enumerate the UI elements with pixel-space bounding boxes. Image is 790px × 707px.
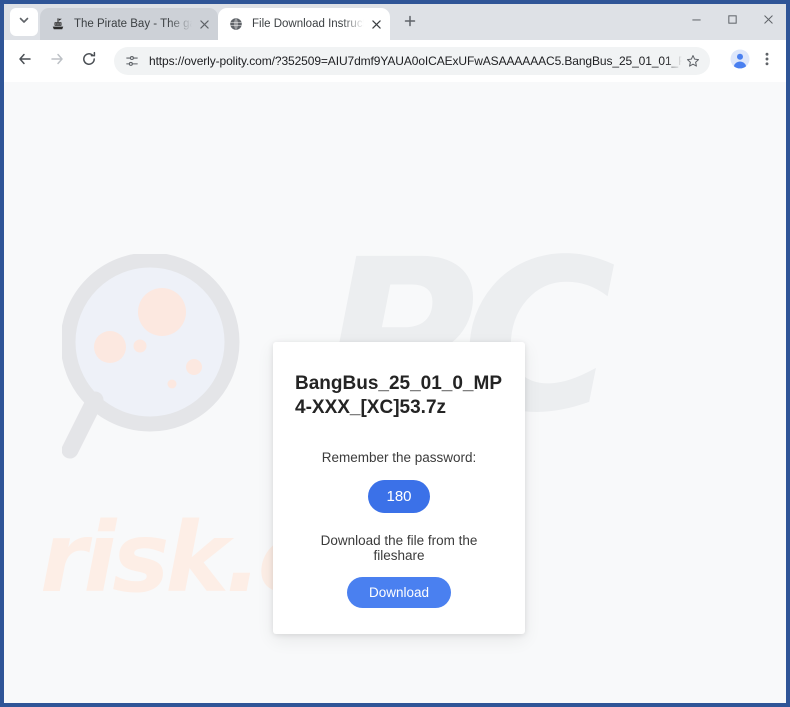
- arrow-left-icon: [17, 51, 33, 72]
- close-icon[interactable]: [196, 16, 212, 32]
- reload-button[interactable]: [74, 46, 104, 76]
- address-bar[interactable]: https://overly-polity.com/?352509=AIU7dm…: [114, 47, 710, 75]
- browser-toolbar: https://overly-polity.com/?352509=AIU7dm…: [4, 40, 786, 82]
- site-settings-icon[interactable]: [124, 53, 140, 69]
- file-title: BangBus_25_01_0_MP4-XXX_[XC]53.7z: [295, 373, 502, 418]
- minimize-button[interactable]: [678, 4, 714, 34]
- password-label: Remember the password:: [321, 449, 477, 465]
- new-tab-button[interactable]: [396, 9, 424, 37]
- download-card: BangBus_25_01_0_MP4-XXX_[XC]53.7z Rememb…: [273, 342, 525, 634]
- back-button[interactable]: [10, 46, 40, 76]
- window-controls: [678, 4, 786, 40]
- plus-icon: [404, 14, 416, 32]
- password-value-badge: 180: [368, 479, 430, 513]
- download-button[interactable]: Download: [346, 576, 452, 608]
- pirate-ship-icon: [50, 16, 66, 32]
- chevron-down-icon: [18, 13, 30, 31]
- browser-window: The Pirate Bay - The galaxy's m File Dow…: [0, 0, 790, 707]
- reload-icon: [81, 51, 97, 72]
- tab-strip: The Pirate Bay - The galaxy's m File Dow…: [4, 4, 786, 40]
- browser-menu-button[interactable]: [754, 46, 780, 76]
- forward-button[interactable]: [42, 46, 72, 76]
- tab-file-download-instructions[interactable]: File Download Instructions for E: [218, 8, 390, 40]
- arrow-right-icon: [49, 51, 65, 72]
- close-button[interactable]: [750, 4, 786, 34]
- maximize-button[interactable]: [714, 4, 750, 34]
- profile-avatar[interactable]: [726, 47, 754, 75]
- star-icon[interactable]: [682, 50, 704, 72]
- url-text: https://overly-polity.com/?352509=AIU7dm…: [149, 54, 682, 68]
- tab-title: File Download Instructions for E: [252, 18, 364, 30]
- more-vertical-icon: [760, 51, 774, 72]
- tab-search-button[interactable]: [10, 8, 38, 36]
- close-icon[interactable]: [368, 16, 384, 32]
- tab-pirate-bay[interactable]: The Pirate Bay - The galaxy's m: [40, 8, 218, 40]
- globe-icon: [228, 16, 244, 32]
- fileshare-label: Download the file from the fileshare: [320, 532, 478, 563]
- person-icon: [730, 49, 750, 74]
- tab-title: The Pirate Bay - The galaxy's m: [74, 18, 192, 30]
- magnifying-glass-icon: [60, 252, 252, 464]
- page-viewport: PC risk.com BangBus_25_01_0_MP4-XXX_[XC]…: [4, 82, 786, 703]
